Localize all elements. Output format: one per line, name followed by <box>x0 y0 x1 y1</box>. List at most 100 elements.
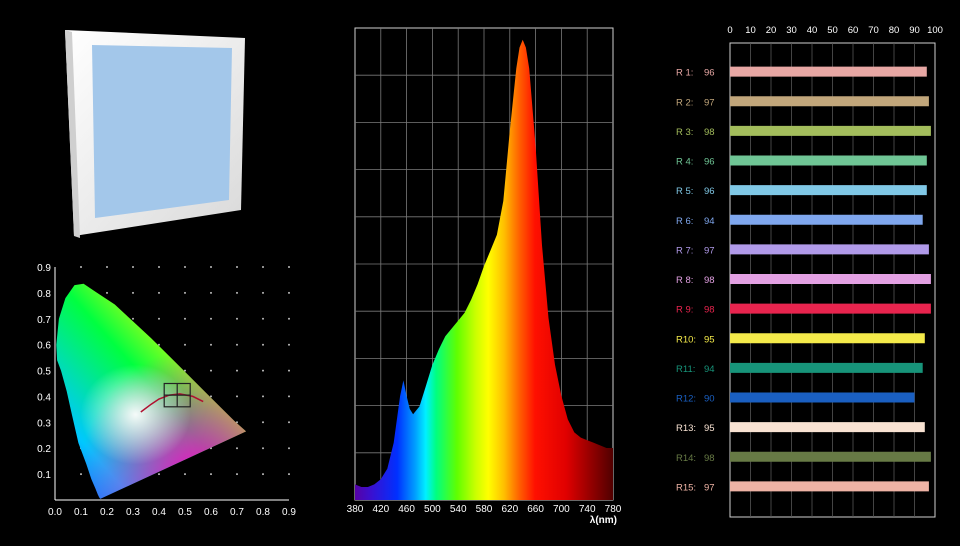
gamut-white-point <box>80 364 191 465</box>
grid-dot <box>288 291 290 294</box>
cri-axis-tick: 30 <box>786 25 797 36</box>
grid-dot <box>262 447 264 450</box>
grid-dot <box>184 343 186 346</box>
grid-dot <box>210 291 212 294</box>
cie-y-tick: 0.3 <box>37 418 51 429</box>
cri-row-value: 96 <box>704 68 715 79</box>
spectrum-x-tick: 660 <box>527 504 544 515</box>
cri-bar <box>730 125 931 136</box>
cri-bar <box>730 185 927 196</box>
cri-bar <box>730 481 929 492</box>
cri-row-value: 94 <box>704 216 715 227</box>
grid-dot <box>80 266 82 268</box>
cri-row-value: 94 <box>704 364 715 375</box>
cie-y-tick: 0.8 <box>37 289 51 300</box>
cri-bar <box>730 303 931 314</box>
cri-row-label: R14: <box>676 453 696 464</box>
cie-y-tick: 0.2 <box>37 444 51 455</box>
cri-bar <box>730 392 915 403</box>
cri-row: R10: 95 <box>676 333 925 345</box>
grid-dot <box>262 421 264 424</box>
grid-dot <box>158 317 160 320</box>
grid-dot <box>158 291 160 294</box>
cri-row: R 4: 96 <box>676 155 927 168</box>
cri-row-value: 98 <box>704 127 715 138</box>
cri-row: R 9: 98 <box>676 303 931 316</box>
grid-dot <box>288 473 290 476</box>
led-panel-illustration <box>65 30 245 238</box>
grid-dot <box>236 317 238 320</box>
grid-dot <box>236 447 238 450</box>
grid-dot <box>184 291 186 294</box>
cri-row-label: R11: <box>676 364 695 375</box>
cri-row-label: R 9: <box>676 305 693 316</box>
cri-bar <box>730 214 923 225</box>
spectrum-x-tick: 740 <box>579 504 596 515</box>
panel-lens <box>92 45 232 218</box>
grid-dot <box>288 266 290 268</box>
spectrum-svg: 380 420 460 500 540 580 620 660 700 740 780 λ(nm) <box>347 27 622 526</box>
cri-bar <box>730 66 927 77</box>
cri-row: R12: 90 <box>676 392 915 405</box>
grid-dot <box>106 266 108 268</box>
cie-x-tick: 0.2 <box>100 507 114 518</box>
cie-x-tick: 0.4 <box>152 507 166 518</box>
cie-x-tick: 0.9 <box>282 507 296 518</box>
grid-dot <box>184 266 186 268</box>
spectrum-x-tick: 420 <box>372 504 389 515</box>
grid-dot <box>236 266 238 268</box>
cri-row: R 1: 96 <box>676 66 927 79</box>
spectrum-x-tick: 700 <box>553 504 570 515</box>
grid-dot <box>288 421 290 424</box>
grid-dot <box>236 369 238 372</box>
grid-dot <box>262 473 264 476</box>
cri-row-value: 97 <box>704 97 715 108</box>
grid-dot <box>80 473 82 476</box>
cri-row-value: 90 <box>704 394 715 405</box>
grid-dot <box>210 369 212 372</box>
grid-dot <box>158 266 160 268</box>
grid-dot <box>288 343 290 346</box>
cri-row-label: R 3: <box>676 127 693 138</box>
cri-bar <box>730 362 923 373</box>
cie-x-tick-labels: 0.0 0.1 0.2 0.3 0.4 0.5 0.6 0.7 0.8 0.9 <box>48 507 296 518</box>
cri-row: R11: 94 <box>676 362 923 375</box>
cri-row-label: R 2: <box>676 97 693 108</box>
grid-dot <box>262 343 264 346</box>
cri-axis-tick: 90 <box>909 25 920 36</box>
cri-bar <box>730 422 925 433</box>
cri-axis-tick: 0 <box>727 25 732 36</box>
grid-dot <box>236 395 238 398</box>
cri-row: R14: 98 <box>676 451 931 464</box>
spectral-distribution-chart: 380 420 460 500 540 580 620 660 700 740 780 λ(nm) <box>340 20 630 541</box>
grid-dot <box>236 343 238 346</box>
cri-row-value: 95 <box>704 423 715 434</box>
cie-x-tick: 0.7 <box>230 507 244 518</box>
cie-color-gamut <box>56 283 247 499</box>
cri-axis-tick: 70 <box>868 25 879 36</box>
cie-chromaticity-chart: 0.0 0.1 0.2 0.3 0.4 0.5 0.6 0.7 0.8 0.9 0.1 0.2 0.3… <box>0 255 310 541</box>
spectrum-x-tick: 540 <box>450 504 467 515</box>
cri-row-label: R15: <box>676 482 696 493</box>
spectrum-x-tick: 500 <box>424 504 441 515</box>
cie-x-tick: 0.6 <box>204 507 218 518</box>
cie-y-tick: 0.4 <box>37 392 51 403</box>
grid-dot <box>262 317 264 320</box>
cri-row-label: R 1: <box>676 68 693 79</box>
grid-dot <box>262 291 264 294</box>
led-panel-light-icon <box>0 0 260 245</box>
cri-row: R 8: 98 <box>676 274 931 286</box>
cie-x-tick: 0.8 <box>256 507 270 518</box>
cie-y-tick: 0.7 <box>37 315 51 326</box>
color-rendering-index-chart: 0 10 20 30 40 50 60 70 80 90 100 R 1: 96 R 2: 97 R 3: 9… <box>660 15 960 541</box>
cie-x-tick: 0.3 <box>126 507 140 518</box>
cri-bar <box>730 274 931 284</box>
cri-row-label: R12: <box>676 394 696 405</box>
cri-axis-tick-labels: 0 10 20 30 40 50 60 70 80 90 100 <box>727 25 943 36</box>
cri-axis-tick: 60 <box>848 25 859 36</box>
cri-row: R 7: 97 <box>676 244 929 256</box>
spectrum-x-tick: 380 <box>347 504 364 515</box>
grid-dot <box>236 473 238 476</box>
grid-dot <box>210 343 212 346</box>
grid-dot <box>288 369 290 372</box>
